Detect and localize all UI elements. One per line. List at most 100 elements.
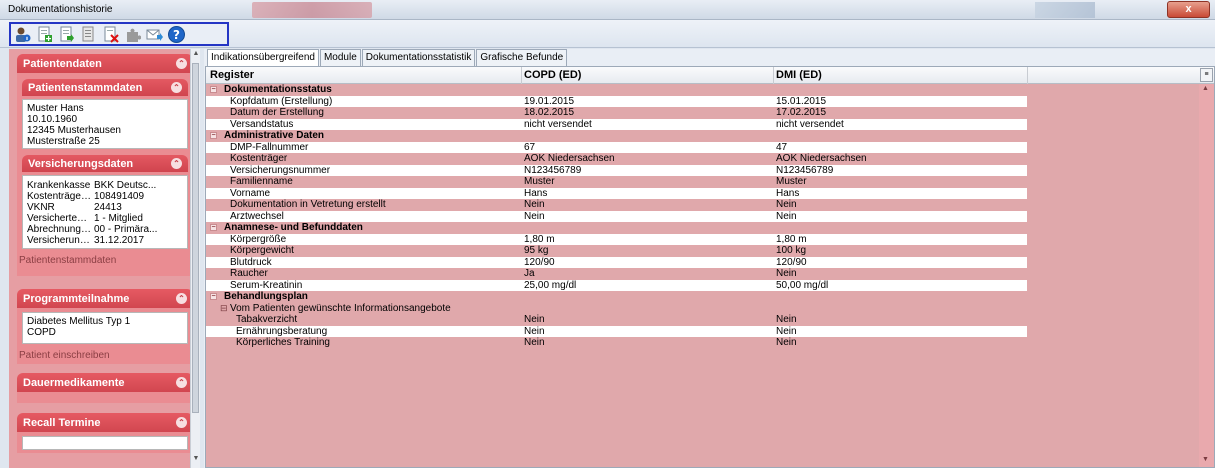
cell-dmi: Hans <box>776 187 800 199</box>
patient-einschreiben-link[interactable]: Patient einschreiben <box>17 344 193 361</box>
tab-module[interactable]: Module <box>319 49 361 66</box>
collapse-icon[interactable]: − <box>210 293 217 300</box>
row-label: Dokumentationsstatus <box>224 84 332 95</box>
collapse-icon[interactable]: ⊟ <box>220 303 228 314</box>
column-header-dmi[interactable]: DMI (ED) <box>776 69 822 81</box>
patientenstammdaten-link[interactable]: Patientenstammdaten <box>17 249 193 266</box>
chevron-up-icon[interactable]: ⌃ <box>171 158 182 169</box>
column-header-copd[interactable]: COPD (ED) <box>524 69 581 81</box>
row-label: Arztwechsel <box>230 210 284 222</box>
versicherungsdaten-header[interactable]: Versicherungsdaten ⌃ <box>22 155 188 172</box>
cell-copd: Nein <box>524 314 545 325</box>
row-label: Körpergewicht <box>230 245 294 256</box>
versicherungsdaten-title: Versicherungsdaten <box>28 158 134 170</box>
document-list-icon[interactable] <box>80 26 97 43</box>
window-title: Dokumentationshistorie <box>8 4 113 15</box>
cell-copd: Nein <box>524 337 545 348</box>
table-row[interactable]: Ernährungsberatung Nein Nein <box>206 325 1027 337</box>
cell-dmi: Nein <box>776 325 797 337</box>
patientendaten-section: Patientendaten ⌃ Patientenstammdaten ⌃ M… <box>17 54 193 276</box>
group-row[interactable]: − Anamnese- und Befunddaten <box>206 222 1199 234</box>
chevron-up-icon[interactable]: ⌃ <box>176 58 187 69</box>
programm-item: COPD <box>27 327 56 338</box>
dauermedikamente-header[interactable]: Dauermedikamente ⌃ <box>17 373 193 392</box>
table-row[interactable]: Arztwechsel Nein Nein <box>206 210 1027 222</box>
cell-copd: 18.02.2015 <box>524 107 575 118</box>
insurance-value: 108491409 <box>94 191 145 202</box>
column-header-register[interactable]: Register <box>210 69 254 81</box>
table-row[interactable]: Familienname Muster Muster <box>206 176 1199 188</box>
table-row[interactable]: Kopfdatum (Erstellung) 19.01.2015 15.01.20… <box>206 95 1027 107</box>
chevron-up-icon[interactable]: ⌃ <box>176 377 187 388</box>
row-label: Tabakverzicht <box>236 314 298 325</box>
chevron-up-icon[interactable]: ⌃ <box>171 82 182 93</box>
title-bar: Dokumentationshistorie x <box>0 0 1215 20</box>
scroll-down-arrow-icon[interactable]: ▼ <box>192 455 200 465</box>
table-row[interactable]: Raucher Ja Nein <box>206 268 1199 280</box>
row-label: Versandstatus <box>230 118 294 130</box>
mail-send-icon[interactable] <box>146 26 163 43</box>
table-row[interactable]: Körpergewicht 95 kg 100 kg <box>206 245 1199 257</box>
table-row[interactable]: Versandstatus nicht versendet nicht versen… <box>206 118 1027 130</box>
table-row[interactable]: Vorname Hans Hans <box>206 187 1027 199</box>
row-label: Behandlungsplan <box>224 291 308 302</box>
cell-dmi: Nein <box>776 268 797 279</box>
table-row[interactable]: Versicherungsnummer N123456789 N123456789 <box>206 164 1027 176</box>
document-export-icon[interactable] <box>58 26 75 43</box>
cell-dmi: Nein <box>776 337 797 348</box>
scroll-up-arrow-icon[interactable]: ▲ <box>192 50 200 60</box>
programmteilnahme-title: Programmteilnahme <box>23 293 130 305</box>
cell-dmi: 120/90 <box>776 256 807 268</box>
patientenstammdaten-header[interactable]: Patientenstammdaten ⌃ <box>22 79 188 96</box>
table-row[interactable]: Kostenträger AOK Niedersachsen AOK Nieders… <box>206 153 1199 165</box>
help-icon[interactable]: ? <box>168 25 185 43</box>
table-row[interactable]: Tabakverzicht Nein Nein <box>206 314 1199 326</box>
document-delete-icon[interactable] <box>102 26 119 43</box>
cell-dmi: 47 <box>776 141 788 153</box>
right-panel: Indikationsübergreifend Module Dokumenta… <box>204 49 1215 468</box>
column-chooser-icon[interactable]: ≡ <box>1200 68 1213 82</box>
table-row[interactable]: Dokumentation in Vetretung erstellt Nein N… <box>206 199 1199 211</box>
insurance-key: Kostenträgerk... <box>27 191 91 202</box>
title-bar-decoration <box>1035 2 1095 18</box>
scrollbar-thumb[interactable] <box>192 63 199 413</box>
insurance-key: Krankenkasse <box>27 180 91 191</box>
document-add-icon[interactable] <box>36 26 53 43</box>
tab-indikationsuebergreifend[interactable]: Indikationsübergreifend <box>207 49 319 67</box>
tab-dokumentationsstatistik[interactable]: Dokumentationsstatistik <box>361 49 476 66</box>
left-panel-scrollbar[interactable]: ▲ ▼ <box>190 49 200 468</box>
puzzle-icon[interactable] <box>124 26 141 43</box>
row-label: Administrative Daten <box>224 130 325 141</box>
group-row[interactable]: − Administrative Daten <box>206 130 1199 142</box>
programm-item: Diabetes Mellitus Typ 1 <box>27 316 131 327</box>
insurance-key: Abrechnungsb... <box>27 224 91 235</box>
grid-scrollbar[interactable]: ▲ ▼ <box>1199 84 1214 467</box>
row-label: Vom Patienten gewünschte Informationsang… <box>230 302 451 314</box>
chevron-up-icon[interactable]: ⌃ <box>176 293 187 304</box>
scroll-down-arrow-icon[interactable]: ▼ <box>1202 456 1209 463</box>
insurance-row: Abrechnungsb...00 - Primära... <box>27 224 183 235</box>
group-row[interactable]: − Dokumentationsstatus <box>206 84 1199 96</box>
patientendaten-header[interactable]: Patientendaten ⌃ <box>17 54 193 73</box>
row-label: Raucher <box>230 268 268 279</box>
scroll-up-arrow-icon[interactable]: ▲ <box>1202 85 1209 92</box>
table-row[interactable]: DMP-Fallnummer 67 47 <box>206 141 1027 153</box>
table-row[interactable]: Serum-Kreatinin 25,00 mg/dl 50,00 mg/dl <box>206 279 1027 291</box>
collapse-icon[interactable]: − <box>210 86 217 93</box>
table-row[interactable]: Datum der Erstellung 18.02.2015 17.02.2015 <box>206 107 1199 119</box>
patient-info-icon[interactable] <box>14 26 31 43</box>
table-row[interactable]: Blutdruck 120/90 120/90 <box>206 256 1027 268</box>
group-row[interactable]: − Behandlungsplan <box>206 291 1199 303</box>
column-separator <box>1027 67 1028 84</box>
chevron-up-icon[interactable]: ⌃ <box>176 417 187 428</box>
collapse-icon[interactable]: − <box>210 132 217 139</box>
window-close-button[interactable]: x <box>1167 1 1210 18</box>
versicherungsdaten-box: Krankenkasse BKK Deutsc... Kostenträgerk.… <box>22 175 188 249</box>
table-row[interactable]: Körpergröße 1,80 m 1,80 m <box>206 233 1027 245</box>
table-row[interactable]: Körperliches Training Nein Nein <box>206 337 1199 349</box>
tab-grafische-befunde[interactable]: Grafische Befunde <box>476 49 568 66</box>
subgroup-row[interactable]: ⊟ Vom Patienten gewünschte Informationsan… <box>206 303 1199 315</box>
programmteilnahme-header[interactable]: Programmteilnahme ⌃ <box>17 289 193 308</box>
recall-termine-header[interactable]: Recall Termine ⌃ <box>17 413 193 432</box>
collapse-icon[interactable]: − <box>210 224 217 231</box>
